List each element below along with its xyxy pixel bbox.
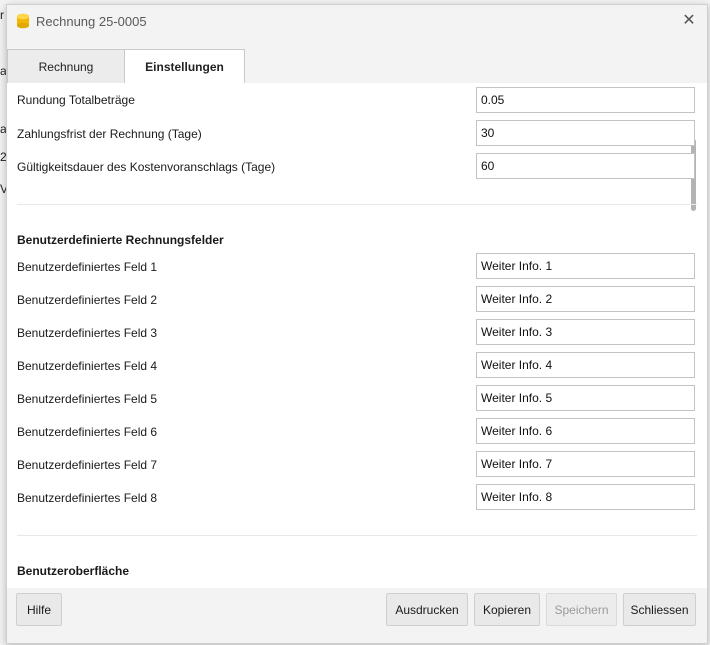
- payment-term-input[interactable]: [476, 120, 695, 146]
- custom-field-input[interactable]: [476, 484, 695, 510]
- custom-field-label: Benutzerdefiniertes Feld 1: [17, 260, 158, 274]
- custom-field-input[interactable]: [476, 385, 695, 411]
- custom-field-label: Benutzerdefiniertes Feld 3: [17, 326, 158, 340]
- estimate-validity-input[interactable]: [476, 153, 695, 179]
- close-icon: ✕: [682, 12, 696, 29]
- custom-field-input[interactable]: [476, 352, 695, 378]
- setting-label: Rundung Totalbeträge: [17, 93, 135, 107]
- setting-label: Gültigkeitsdauer des Kostenvoranschlags …: [17, 160, 276, 174]
- print-button[interactable]: Ausdrucken: [386, 593, 468, 626]
- title-bar: Rechnung 25-0005 ✕: [7, 5, 707, 39]
- setting-label: Zahlungsfrist der Rechnung (Tage): [17, 127, 202, 141]
- background-fragment: r: [0, 8, 4, 22]
- copy-button[interactable]: Kopieren: [474, 593, 540, 626]
- rounding-input[interactable]: [476, 87, 695, 113]
- custom-field-input[interactable]: [476, 286, 695, 312]
- custom-field-label: Benutzerdefiniertes Feld 7: [17, 458, 158, 472]
- invoice-dialog: Rechnung 25-0005 ✕ Rechnung Einstellunge…: [6, 4, 708, 644]
- tab-rechnung[interactable]: Rechnung: [7, 49, 125, 83]
- custom-field-input[interactable]: [476, 451, 695, 477]
- divider: [17, 204, 697, 205]
- ui-section-heading: Benutzeroberfläche: [17, 564, 130, 578]
- database-icon: [17, 13, 29, 29]
- tab-einstellungen[interactable]: Einstellungen: [124, 49, 245, 84]
- tab-bar: Rechnung Einstellungen: [7, 49, 707, 84]
- dialog-footer: Hilfe Ausdrucken Kopieren Speichern Schl…: [7, 588, 707, 643]
- close-dialog-button[interactable]: Schliessen: [623, 593, 696, 626]
- custom-field-label: Benutzerdefiniertes Feld 5: [17, 392, 158, 406]
- custom-field-label: Benutzerdefiniertes Feld 4: [17, 359, 158, 373]
- close-button[interactable]: ✕: [677, 10, 701, 32]
- custom-fields-heading: Benutzerdefinierte Rechnungsfelder: [17, 233, 224, 247]
- settings-panel: Rundung Totalbeträge Zahlungsfrist der R…: [7, 83, 707, 588]
- custom-field-label: Benutzerdefiniertes Feld 8: [17, 491, 158, 505]
- help-button[interactable]: Hilfe: [16, 593, 62, 626]
- divider: [17, 535, 697, 536]
- window-title: Rechnung 25-0005: [36, 14, 147, 29]
- custom-field-input[interactable]: [476, 319, 695, 345]
- custom-field-input[interactable]: [476, 418, 695, 444]
- custom-field-input[interactable]: [476, 253, 695, 279]
- custom-field-label: Benutzerdefiniertes Feld 6: [17, 425, 158, 439]
- save-button[interactable]: Speichern: [546, 593, 617, 626]
- custom-field-label: Benutzerdefiniertes Feld 2: [17, 293, 158, 307]
